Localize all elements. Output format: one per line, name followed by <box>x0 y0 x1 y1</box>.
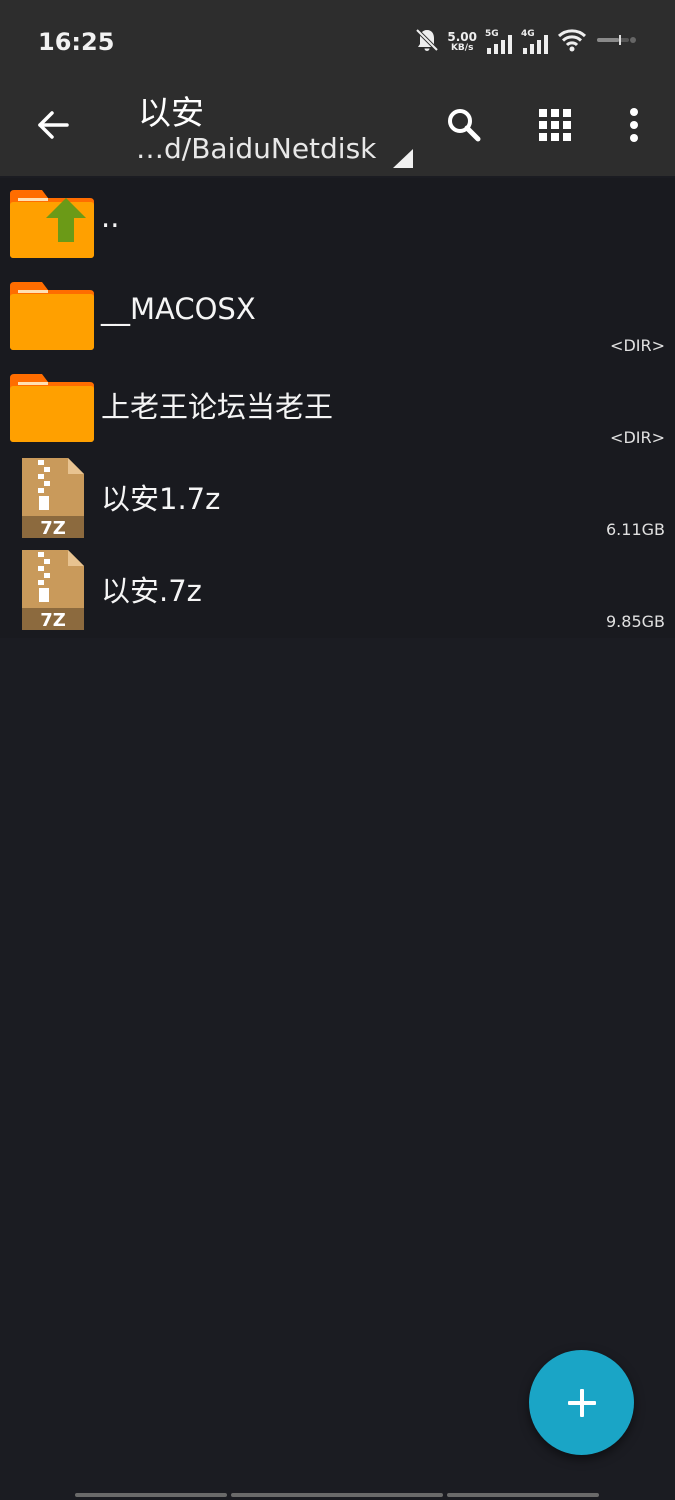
archive-badge: 7Z <box>40 610 66 631</box>
file-row-archive[interactable]: 7Z 以安1.7z 6.11GB <box>0 454 675 546</box>
net-speed: 5.00 KB/s <box>447 31 477 53</box>
archive-7z-icon: 7Z <box>22 550 84 631</box>
path-dropdown-icon[interactable] <box>392 149 414 169</box>
net-speed-unit: KB/s <box>450 43 474 53</box>
signal-5g-icon: 5G <box>485 29 513 55</box>
file-meta: 9.85GB <box>606 612 665 631</box>
signal-4g-icon: 4G <box>521 29 549 55</box>
file-name: .. <box>101 200 120 234</box>
file-name: 以安1.7z <box>101 482 221 516</box>
add-fab-button[interactable] <box>529 1350 634 1455</box>
parent-folder-icon <box>10 190 94 258</box>
archive-7z-icon: 7Z <box>22 458 84 539</box>
archive-badge: 7Z <box>40 518 66 539</box>
file-name: __MACOSX <box>101 292 256 326</box>
file-name: 以安.7z <box>101 574 202 608</box>
file-meta: <DIR> <box>610 336 665 355</box>
wifi-icon <box>557 27 587 57</box>
nav-indicator <box>75 1493 227 1497</box>
status-bar: 16:25 5.00 KB/s 5G 4G <box>0 0 675 84</box>
file-row-folder[interactable]: 上老王论坛当老王 <DIR> <box>0 362 675 454</box>
file-row-macosx[interactable]: __MACOSX <DIR> <box>0 270 675 362</box>
current-path[interactable]: …d/BaiduNetdisk <box>136 132 376 165</box>
file-row-archive[interactable]: 7Z 以安.7z 9.85GB <box>0 546 675 638</box>
back-arrow-icon <box>38 111 69 139</box>
search-button[interactable] <box>437 98 491 152</box>
page-title: 以安 <box>138 93 204 132</box>
net-speed-value: 5.00 <box>447 30 477 44</box>
view-mode-button[interactable] <box>528 98 582 152</box>
plus-icon <box>567 1388 596 1417</box>
file-list: .. __MACOSX <DIR> 上老王论坛当老王 <DIR> 7Z 以安1.… <box>0 178 675 638</box>
mute-bell-icon <box>415 27 439 57</box>
back-button[interactable] <box>28 100 78 150</box>
status-icons: 5.00 KB/s 5G 4G <box>415 26 639 58</box>
search-icon <box>448 109 481 142</box>
file-name: 上老王论坛当老王 <box>101 390 334 424</box>
folder-icon <box>10 374 94 442</box>
grid-view-icon <box>539 109 571 141</box>
more-options-button[interactable] <box>607 98 661 152</box>
file-meta: <DIR> <box>610 428 665 447</box>
status-time: 16:25 <box>38 28 115 56</box>
top-bar: 16:25 5.00 KB/s 5G 4G 以安 …d/BaiduNetdisk <box>0 0 675 176</box>
battery-icon <box>595 27 639 57</box>
file-row-parent[interactable]: .. <box>0 178 675 270</box>
more-vert-icon <box>630 108 638 142</box>
nav-indicator <box>447 1493 599 1497</box>
folder-icon <box>10 282 94 350</box>
app-bar: 以安 …d/BaiduNetdisk <box>0 84 675 176</box>
nav-indicator <box>231 1493 443 1497</box>
file-meta: 6.11GB <box>606 520 665 539</box>
